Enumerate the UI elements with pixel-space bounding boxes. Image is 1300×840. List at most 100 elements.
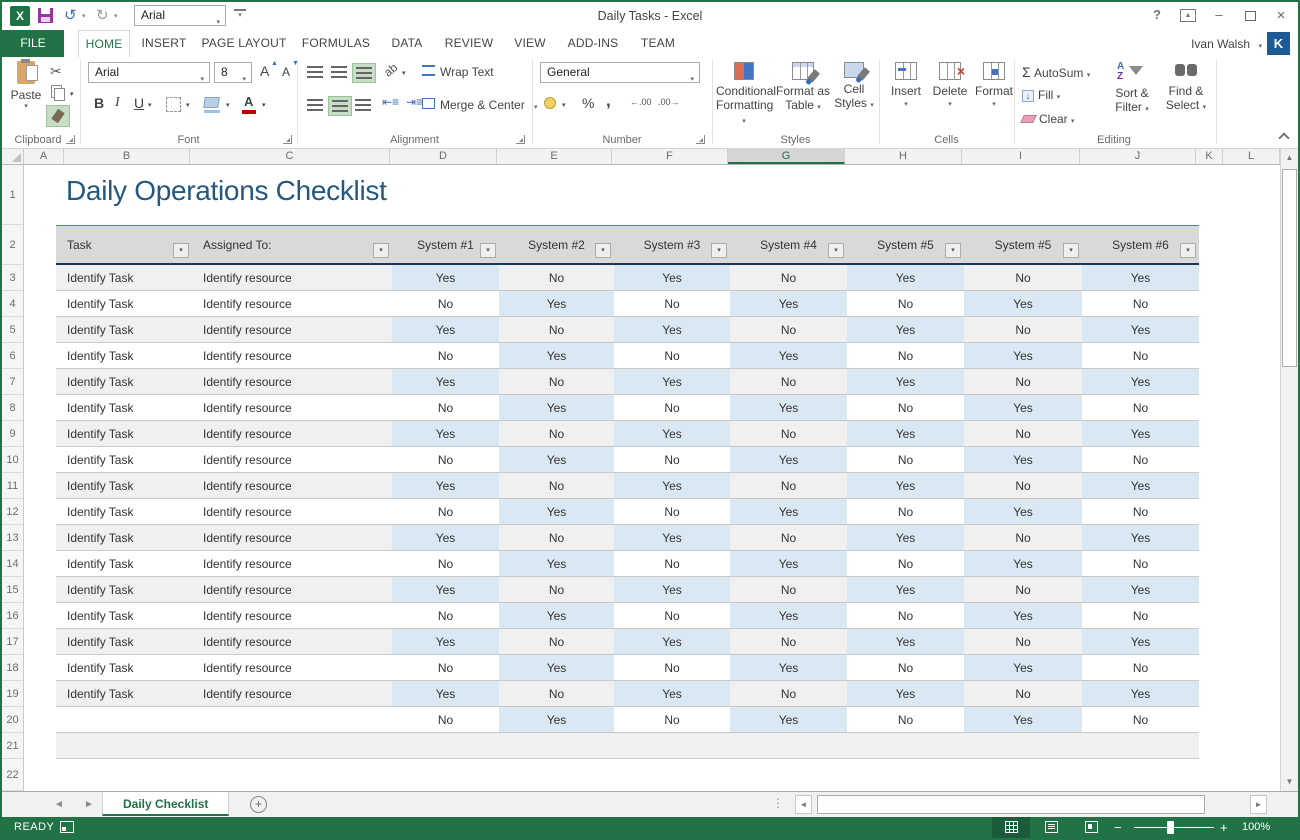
column-header-h[interactable]: H [845,149,962,164]
table-cell[interactable]: Identify resource [192,447,392,472]
collapse-ribbon-icon[interactable] [1278,132,1289,143]
table-cell[interactable]: Yes [964,655,1082,680]
table-cell[interactable]: Yes [499,395,614,420]
row-header-13[interactable]: 13 [2,525,23,551]
tab-page-layout[interactable]: PAGE LAYOUT [198,30,290,57]
table-cell[interactable]: No [392,291,499,316]
table-cell[interactable]: No [499,577,614,602]
table-cell[interactable]: Yes [614,629,730,654]
table-cell[interactable]: No [1082,343,1199,368]
align-left-button[interactable] [304,96,326,114]
table-cell[interactable]: No [847,551,964,576]
table-cell[interactable]: Yes [1082,265,1199,290]
table-header-cell[interactable]: System #4▾ [730,226,847,263]
table-cell[interactable]: Yes [499,499,614,524]
table-cell[interactable]: Identify Task [56,421,192,446]
merge-center-dropdown-icon[interactable]: ▾ [534,104,538,111]
alignment-dialog-launcher-icon[interactable] [516,135,525,144]
table-cell[interactable]: Yes [499,291,614,316]
table-cell[interactable]: Identify resource [192,343,392,368]
table-cell[interactable]: Identify Task [56,577,192,602]
row-header-8[interactable]: 8 [2,395,23,421]
increase-indent-icon[interactable]: ⇥≡ [406,95,423,109]
table-cell[interactable]: No [614,499,730,524]
table-cell[interactable]: Identify Task [56,343,192,368]
sheet-nav-left-icon[interactable]: ◄ [54,799,64,810]
table-cell[interactable]: No [614,291,730,316]
underline-dropdown-icon[interactable]: ▾ [148,101,152,109]
table-cell[interactable]: Yes [1082,577,1199,602]
copy-icon[interactable] [51,85,62,98]
number-format-dropdown-icon[interactable]: ▾ [690,70,694,89]
table-cell[interactable]: Yes [730,395,847,420]
font-size-dropdown-icon[interactable]: ▾ [242,70,246,89]
table-cell[interactable]: No [614,343,730,368]
redo-icon[interactable]: ↻ [96,6,109,24]
table-cell[interactable]: Identify Task [56,629,192,654]
table-cell[interactable]: Yes [964,603,1082,628]
tab-add-ins[interactable]: ADD-INS [560,30,626,57]
table-cell[interactable]: No [392,655,499,680]
tab-view[interactable]: VIEW [506,30,554,57]
row-header-22[interactable]: 22 [2,759,23,791]
table-cell[interactable]: No [730,421,847,446]
font-name-dropdown-icon[interactable]: ▾ [200,70,204,89]
redo-dropdown-icon[interactable]: ▾ [114,12,118,20]
row-header-20[interactable]: 20 [2,707,23,733]
user-name[interactable]: Ivan Walsh [1191,37,1250,51]
table-header-cell[interactable]: Assigned To:▾ [192,226,392,263]
bold-button[interactable]: B [94,95,104,111]
table-cell[interactable]: Yes [1082,421,1199,446]
table-cell[interactable]: No [499,369,614,394]
horizontal-scrollbar[interactable]: ◄ ► [795,795,1267,814]
save-icon[interactable] [38,8,53,23]
table-cell[interactable]: No [1082,655,1199,680]
table-cell[interactable]: No [614,603,730,628]
zoom-out-icon[interactable]: − [1114,820,1122,835]
row-header-10[interactable]: 10 [2,447,23,473]
table-cell[interactable]: Yes [614,577,730,602]
underline-button[interactable]: U [134,95,144,111]
sort-filter-button[interactable]: A Z Sort & Filter ▾ [1106,60,1158,117]
table-cell[interactable]: Yes [499,655,614,680]
row-header-9[interactable]: 9 [2,421,23,447]
table-cell[interactable]: Yes [1082,473,1199,498]
table-cell[interactable]: Yes [730,343,847,368]
tab-home[interactable]: HOME [78,30,130,57]
top-align-button[interactable] [304,63,326,81]
decrease-decimal-icon[interactable]: .00→ [658,97,680,107]
table-cell[interactable]: No [1082,395,1199,420]
autosum-dropdown-icon[interactable]: ▾ [1087,72,1091,79]
table-cell[interactable]: No [392,343,499,368]
clear-button[interactable]: Clear ▾ [1022,112,1075,126]
select-all-corner[interactable] [2,149,24,164]
normal-view-button[interactable] [992,817,1030,838]
row-header-17[interactable]: 17 [2,629,23,655]
increase-decimal-icon[interactable]: ←.00 [630,97,652,107]
table-cell[interactable]: Yes [847,317,964,342]
table-cell[interactable]: No [964,577,1082,602]
zoom-slider-handle[interactable] [1167,821,1174,834]
table-cell[interactable]: Identify resource [192,421,392,446]
paste-dropdown-icon[interactable]: ▾ [8,102,44,110]
tab-data[interactable]: DATA [382,30,432,57]
table-cell[interactable]: No [847,603,964,628]
table-cell[interactable]: No [392,395,499,420]
find-select-dropdown-icon[interactable]: ▾ [1203,104,1207,111]
column-header-j[interactable]: J [1080,149,1196,164]
table-cell[interactable]: No [1082,291,1199,316]
table-cell[interactable]: No [499,265,614,290]
table-cell[interactable]: Yes [614,421,730,446]
table-cell[interactable]: Identify Task [56,317,192,342]
paste-button[interactable]: Paste ▾ [8,61,44,110]
table-cell[interactable]: Yes [847,421,964,446]
table-cell[interactable]: No [1082,707,1199,732]
table-cell[interactable]: No [614,447,730,472]
format-as-table-button[interactable]: Format as Table ▾ [776,60,830,115]
filter-button[interactable]: ▾ [373,243,389,258]
table-cell[interactable]: Identify Task [56,473,192,498]
merge-center-button[interactable]: Merge & Center ▾ [422,98,538,112]
orientation-icon[interactable]: ab [381,60,400,79]
table-cell[interactable]: Yes [847,629,964,654]
table-cell[interactable]: Yes [614,369,730,394]
